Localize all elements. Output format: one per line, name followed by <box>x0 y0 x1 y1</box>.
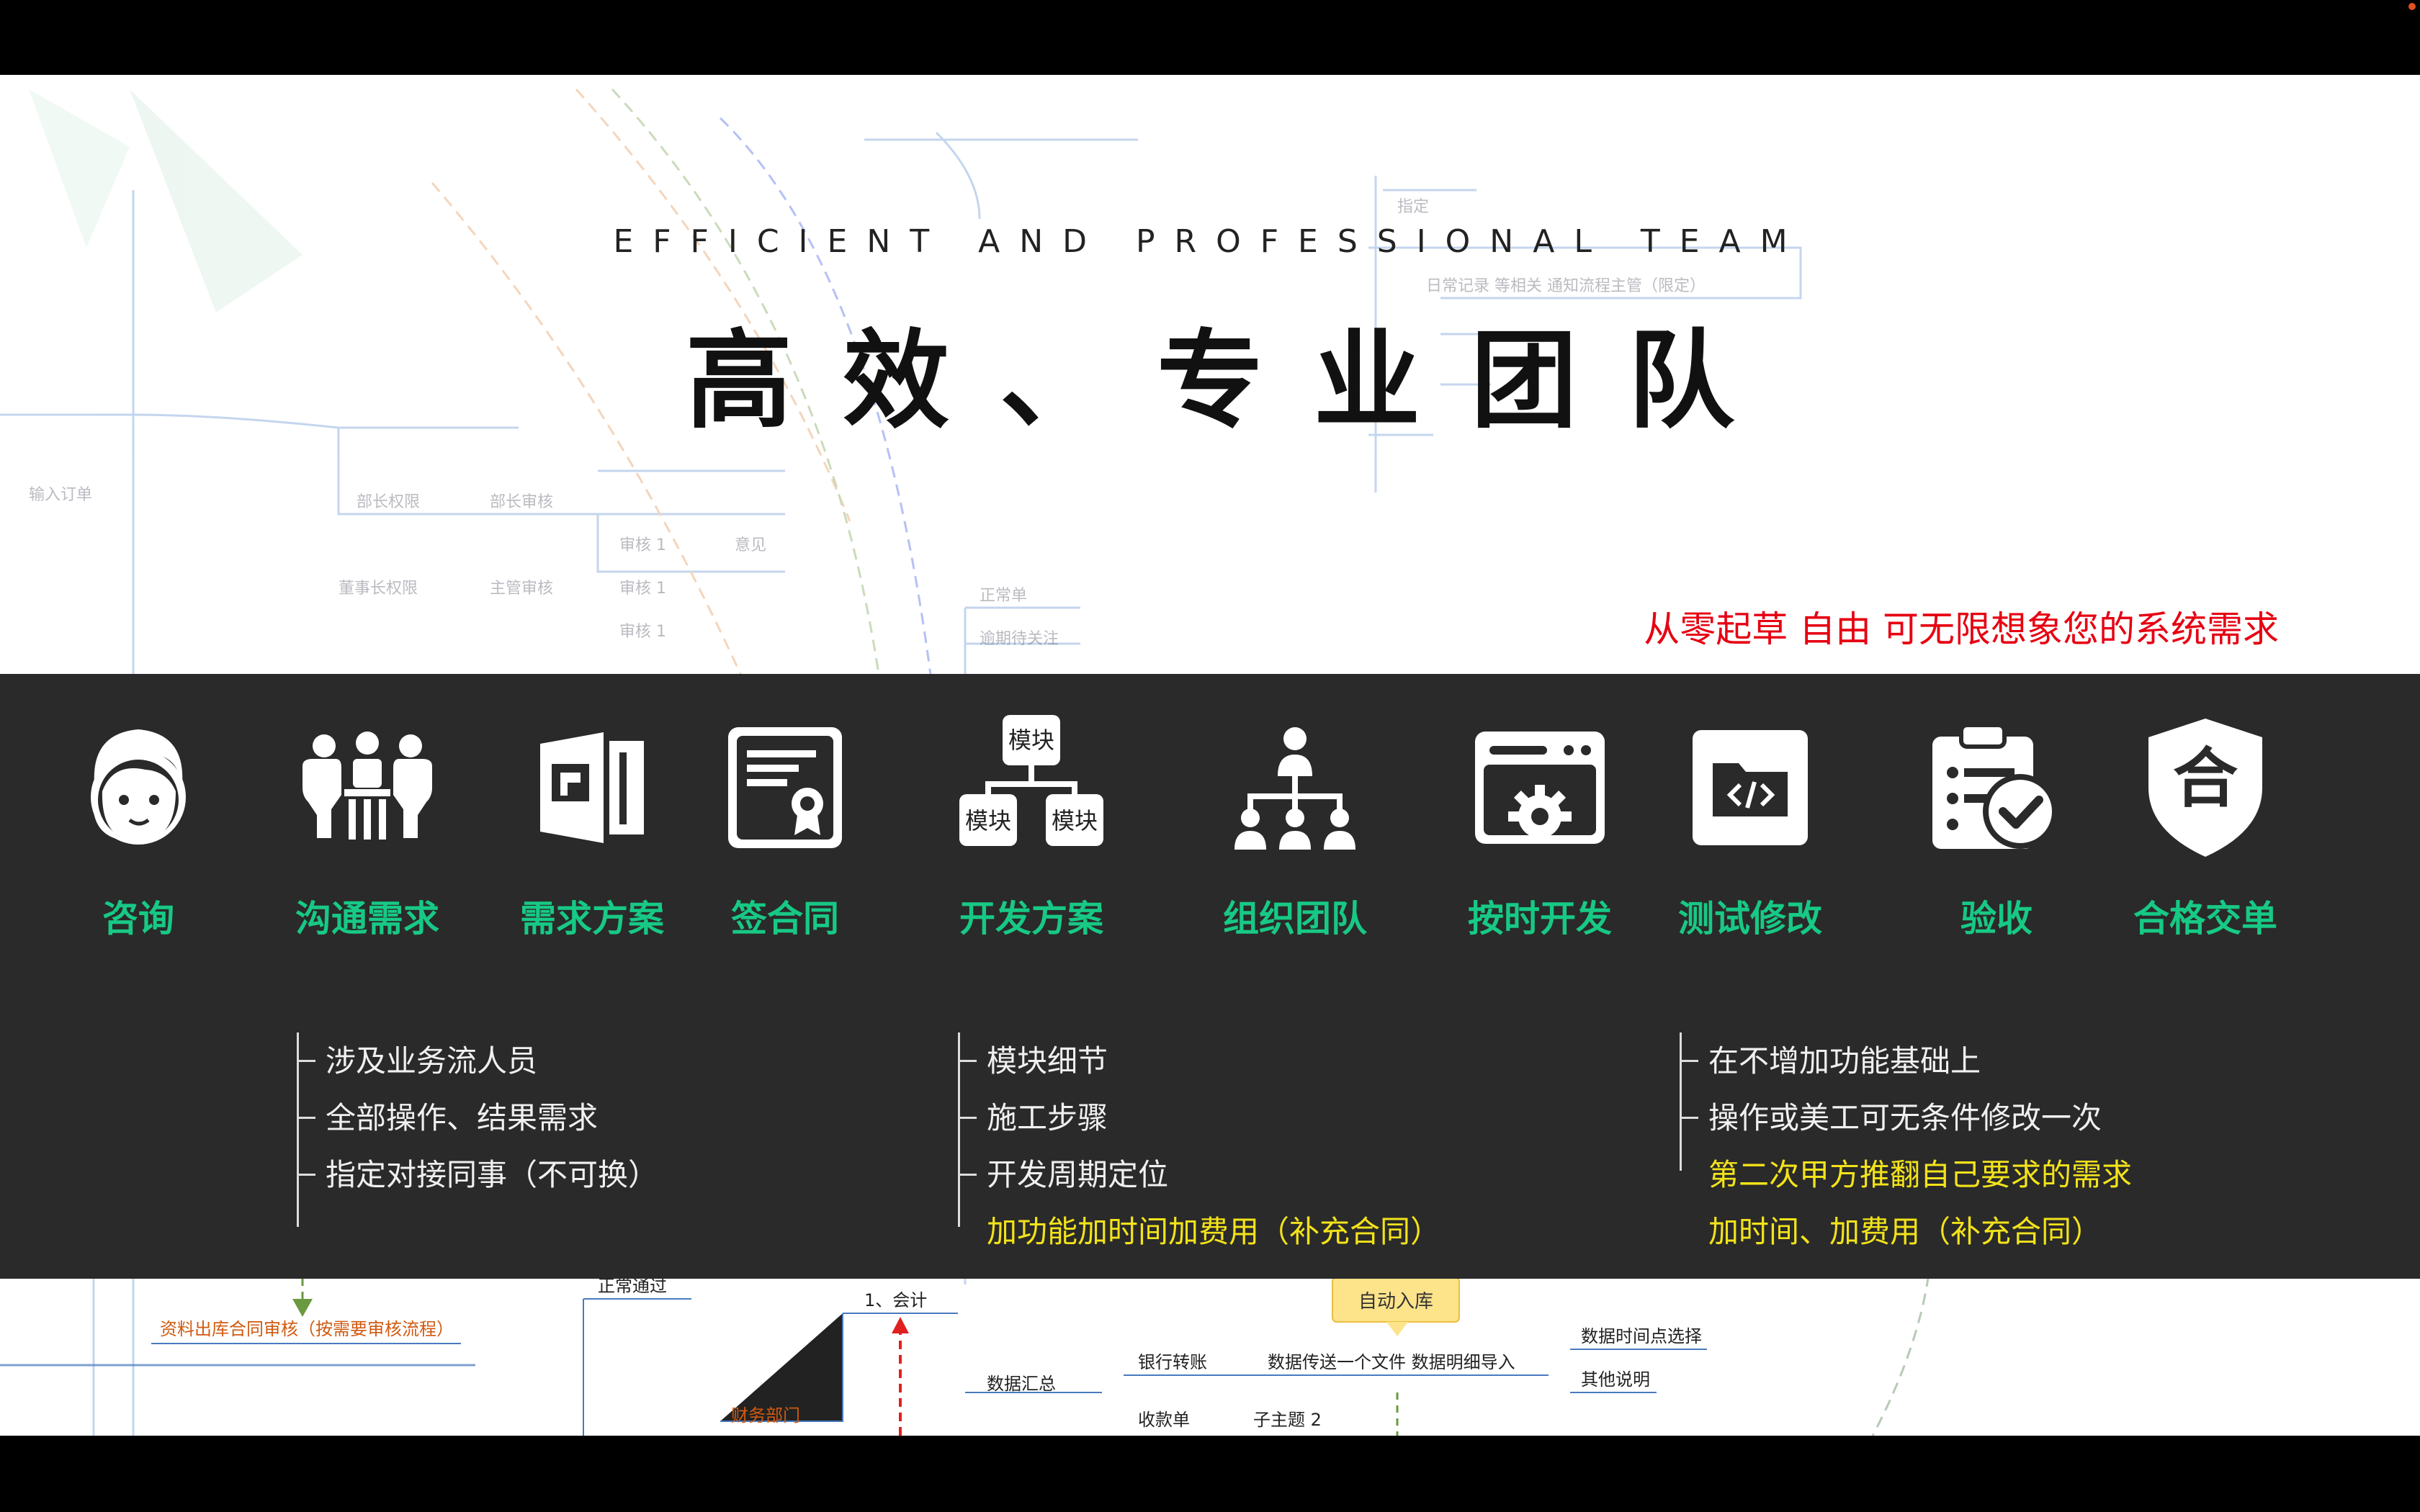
detail-item: 在不增加功能基础上 <box>1680 1032 2132 1089</box>
svg-text:数据时间点选择: 数据时间点选择 <box>1581 1326 1702 1346</box>
document-plan-icon <box>534 726 650 852</box>
detail-text: 加功能加时间加费用（补充合同） <box>987 1214 1441 1249</box>
bracket-tick <box>297 1174 315 1176</box>
customer-service-icon <box>73 719 203 859</box>
svg-text:1、会计: 1、会计 <box>864 1290 927 1310</box>
detail-text: 涉及业务流人员 <box>326 1043 538 1079</box>
step-label: 签合同 <box>731 897 839 940</box>
detail-item: 涉及业务流人员 <box>297 1032 658 1089</box>
detail-item: 指定对接同事（不可换） <box>297 1146 658 1203</box>
svg-text:部长权限: 部长权限 <box>357 493 420 511</box>
svg-text:意见: 意见 <box>735 536 766 554</box>
communicate-details: 涉及业务流人员 全部操作、结果需求 指定对接同事（不可换） <box>297 1032 658 1227</box>
detail-text: 全部操作、结果需求 <box>326 1100 599 1135</box>
bracket-tick <box>297 1117 315 1119</box>
svg-text:数据汇总: 数据汇总 <box>987 1374 1056 1394</box>
svg-text:指定: 指定 <box>1397 198 1429 216</box>
browser-gear-icon <box>1474 730 1606 848</box>
slogan: 从零起草 自由 可无限想象您的系统需求 <box>1644 608 2279 650</box>
detail-text: 模块细节 <box>987 1043 1108 1079</box>
bracket-tick <box>958 1117 977 1119</box>
detail-text: 操作或美工可无条件修改一次 <box>1708 1100 2102 1135</box>
step-label: 沟通需求 <box>295 897 439 940</box>
module-label: 模块 <box>1008 726 1054 754</box>
process-band: 咨询 沟通需求 需求方案 签合同 模块 模块 模块 开发方案 组织团队 按时开发… <box>0 674 2420 1279</box>
module-tree-icon: 模块 模块 模块 <box>959 712 1103 852</box>
english-title: EFFICIENT AND PROFESSIONAL TEAM <box>613 223 1807 260</box>
detail-text: 施工步骤 <box>987 1100 1108 1135</box>
detail-text: 指定对接同事（不可换） <box>326 1157 659 1192</box>
shield-he-icon: 合 <box>2144 716 2267 863</box>
svg-text:审核 1: 审核 1 <box>619 536 666 554</box>
code-folder-icon <box>1691 729 1809 850</box>
contract-certificate-icon <box>724 723 846 855</box>
step-label: 需求方案 <box>520 897 664 940</box>
svg-text:主管审核: 主管审核 <box>490 580 553 598</box>
slide: 输入订单 部长权限 部长审核 董事长权限 主管审核 审核 1 意见 审核 1 审… <box>0 75 2420 1436</box>
step-label: 合格交单 <box>2133 897 2277 940</box>
svg-text:收款单: 收款单 <box>1138 1410 1190 1430</box>
dev-plan-details: 模块细节 施工步骤 开发周期定位 加功能加时间加费用（补充合同） <box>958 1032 1440 1260</box>
svg-text:部长审核: 部长审核 <box>490 493 553 511</box>
svg-text:正常单: 正常单 <box>980 587 1027 605</box>
step-label: 组织团队 <box>1223 897 1367 940</box>
svg-text:董事长权限: 董事长权限 <box>339 580 418 598</box>
org-chart-icon <box>1230 723 1360 855</box>
detail-item: 施工步骤 <box>958 1089 1440 1146</box>
step-label: 验收 <box>1960 897 2033 940</box>
bracket-tick <box>1680 1117 1698 1119</box>
detail-note: 加时间、加费用（补充合同） <box>1680 1203 2132 1260</box>
mindmap-callout: 自动入库 <box>1358 1291 1433 1313</box>
detail-text: 开发周期定位 <box>987 1157 1169 1192</box>
detail-text: 加时间、加费用（补充合同） <box>1708 1214 2102 1249</box>
detail-text: 第二次甲方推翻自己要求的需求 <box>1708 1157 2133 1192</box>
step-label: 测试修改 <box>1678 897 1822 940</box>
module-label: 模块 <box>965 807 1011 834</box>
svg-text:审核 1: 审核 1 <box>619 580 666 598</box>
svg-text:其他说明: 其他说明 <box>1581 1369 1650 1390</box>
svg-text:输入订单: 输入订单 <box>29 486 92 504</box>
svg-text:子主题 2: 子主题 2 <box>1253 1410 1322 1430</box>
svg-text:日常记录 等相关 通知流程主管（限定）: 日常记录 等相关 通知流程主管（限定） <box>1426 277 1706 295</box>
meeting-icon <box>295 730 439 848</box>
svg-text:正常通过: 正常通过 <box>598 1276 667 1296</box>
chinese-title: 高效、专业团队 <box>686 318 1785 443</box>
svg-text:银行转账: 银行转账 <box>1138 1352 1207 1372</box>
step-label: 按时开发 <box>1468 897 1612 940</box>
svg-text:资料出库合同审核（按需要审核流程）: 资料出库合同审核（按需要审核流程） <box>160 1319 454 1339</box>
detail-item: 操作或美工可无条件修改一次 <box>1680 1089 2132 1146</box>
bracket-tick <box>297 1060 315 1062</box>
bracket-tick <box>1680 1060 1698 1062</box>
svg-text:数据传送一个文件 数据明细导入: 数据传送一个文件 数据明细导入 <box>1268 1352 1515 1372</box>
step-label: 开发方案 <box>959 897 1103 940</box>
detail-item: 开发周期定位 <box>958 1146 1440 1203</box>
detail-item: 模块细节 <box>958 1032 1440 1089</box>
recording-indicator-icon <box>2408 3 2416 10</box>
module-label: 模块 <box>1052 807 1098 834</box>
svg-text:财务部门: 财务部门 <box>731 1405 800 1426</box>
testing-details: 在不增加功能基础上 操作或美工可无条件修改一次 第二次甲方推翻自己要求的需求 加… <box>1680 1032 2132 1260</box>
step-label: 咨询 <box>102 897 174 940</box>
svg-text:逾期待关注: 逾期待关注 <box>980 630 1059 648</box>
svg-text:审核 1: 审核 1 <box>619 623 666 641</box>
letterbox-bottom <box>0 1436 2420 1512</box>
detail-text: 在不增加功能基础上 <box>1708 1043 1981 1079</box>
clipboard-check-icon <box>1928 719 2065 859</box>
detail-item: 全部操作、结果需求 <box>297 1089 658 1146</box>
shield-char: 合 <box>2173 740 2238 816</box>
detail-note: 第二次甲方推翻自己要求的需求 <box>1680 1146 2132 1203</box>
detail-note: 加功能加时间加费用（补充合同） <box>958 1203 1440 1260</box>
bracket-tick <box>958 1174 977 1176</box>
bracket-tick <box>958 1060 977 1062</box>
